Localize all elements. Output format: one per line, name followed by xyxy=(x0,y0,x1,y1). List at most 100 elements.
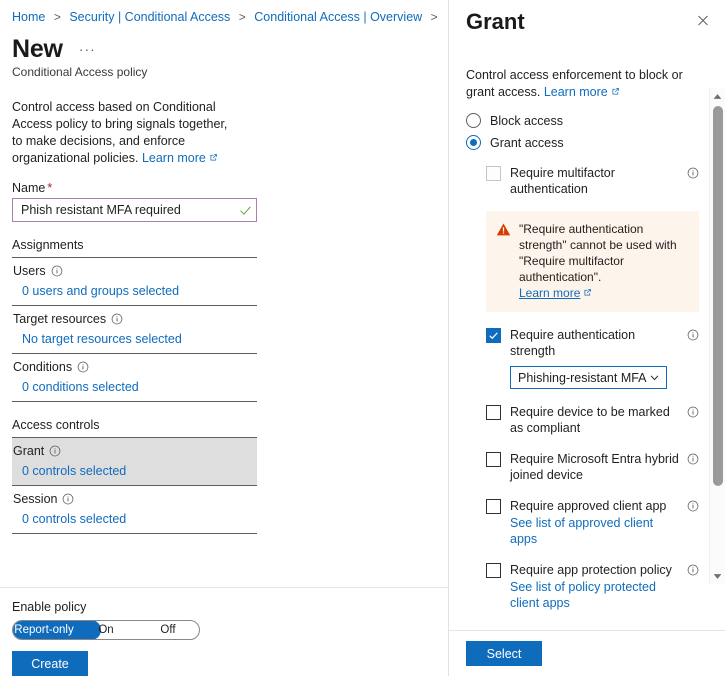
breadcrumb-separator: > xyxy=(53,10,61,24)
close-x-icon xyxy=(698,15,708,25)
group-grant-title: Grant xyxy=(12,444,257,458)
checkbox-row-require-compliant-device[interactable]: Require device to be marked as compliant xyxy=(466,404,699,436)
group-session[interactable]: Session 0 controls selected xyxy=(12,486,257,534)
radio-block-access-row[interactable]: Block access xyxy=(466,113,699,128)
group-grant[interactable]: Grant 0 controls selected xyxy=(12,438,257,486)
group-grant-value[interactable]: 0 controls selected xyxy=(12,464,257,478)
policy-name-input-wrapper[interactable] xyxy=(12,198,257,222)
policy-learn-more-link[interactable]: Learn more xyxy=(142,151,218,165)
group-conditions-value[interactable]: 0 conditions selected xyxy=(12,380,257,394)
group-users-value[interactable]: 0 users and groups selected xyxy=(12,284,257,298)
assignments-section-header: Assignments xyxy=(12,238,257,258)
grant-learn-more-link[interactable]: Learn more xyxy=(544,85,620,99)
checkbox-row-require-auth-strength[interactable]: Require authentication strength xyxy=(466,327,699,359)
radio-grant-access-row[interactable]: Grant access xyxy=(466,135,699,150)
grant-blade-body: Control access enforcement to block or g… xyxy=(449,44,725,630)
breadcrumb-item-home[interactable]: Home xyxy=(12,10,45,24)
group-target-resources[interactable]: Target resources No target resources sel… xyxy=(12,306,257,354)
enable-policy-option-off[interactable]: Off xyxy=(137,621,199,639)
name-label-text: Name xyxy=(12,181,46,195)
radio-grant-access-label[interactable]: Grant access xyxy=(490,136,564,150)
group-grant-label: Grant xyxy=(13,444,45,458)
checkbox-require-mfa-label: Require multifactor authentication xyxy=(510,166,615,196)
checkbox-require-mfa[interactable] xyxy=(486,166,501,181)
enable-policy-option-on[interactable]: On xyxy=(75,621,137,639)
info-icon[interactable] xyxy=(77,361,89,373)
radio-block-access-label[interactable]: Block access xyxy=(490,114,563,128)
checkbox-require-app-protection-policy-label: Require app protection policy xyxy=(510,563,672,577)
group-users[interactable]: Users 0 users and groups selected xyxy=(12,258,257,306)
page-title-row: New ··· xyxy=(0,25,448,64)
enable-policy-label: Enable policy xyxy=(12,600,87,614)
info-icon[interactable] xyxy=(687,329,699,341)
group-session-value[interactable]: 0 controls selected xyxy=(12,512,257,526)
external-link-icon xyxy=(210,154,217,161)
close-icon[interactable] xyxy=(691,8,715,32)
warning-message-box: "Require authentication strength" cannot… xyxy=(486,211,699,312)
grant-learn-more-label: Learn more xyxy=(543,85,608,99)
policy-name-input[interactable] xyxy=(19,200,239,220)
info-icon[interactable] xyxy=(111,313,123,325)
group-target-resources-title: Target resources xyxy=(12,312,257,326)
grant-blade-panel: Grant Control access enforcement to bloc… xyxy=(449,0,725,676)
group-target-resources-value[interactable]: No target resources selected xyxy=(12,332,257,346)
info-icon[interactable] xyxy=(49,445,61,457)
policy-intro-text: Control access based on Conditional Acce… xyxy=(0,79,252,167)
chevron-down-icon xyxy=(650,375,659,381)
group-session-label: Session xyxy=(13,492,58,506)
select-button[interactable]: Select xyxy=(466,641,542,666)
access-controls-section-header: Access controls xyxy=(12,418,257,438)
info-icon[interactable] xyxy=(687,167,699,179)
radio-block-access[interactable] xyxy=(466,113,481,128)
checkbox-require-auth-strength[interactable] xyxy=(486,328,501,343)
policy-form-panel: Home > Security | Conditional Access > C… xyxy=(0,0,449,676)
scrollbar-thumb[interactable] xyxy=(712,106,723,487)
more-options-button[interactable]: ··· xyxy=(79,41,96,57)
checkbox-require-approved-client-app[interactable] xyxy=(486,499,501,514)
scrollbar-track[interactable] xyxy=(710,104,725,568)
page-subtitle: Conditional Access policy xyxy=(12,65,148,79)
breadcrumb-item-conditional-access-overview[interactable]: Conditional Access | Overview xyxy=(254,10,422,24)
group-conditions-label: Conditions xyxy=(13,360,73,374)
info-icon[interactable] xyxy=(62,493,74,505)
checkbox-require-compliant-device[interactable] xyxy=(486,405,501,420)
policy-learn-more-label: Learn more xyxy=(141,151,206,165)
checkbox-require-app-protection-policy[interactable] xyxy=(486,563,501,578)
info-icon[interactable] xyxy=(687,453,699,465)
grant-blade-footer: Select xyxy=(449,630,725,676)
scroll-down-arrow-icon[interactable] xyxy=(710,568,725,584)
info-icon[interactable] xyxy=(687,500,699,512)
group-users-title: Users xyxy=(12,264,257,278)
approved-client-apps-link[interactable]: See list of approved client apps xyxy=(510,515,681,547)
checkbox-require-hybrid-joined-device-label: Require Microsoft Entra hybrid joined de… xyxy=(510,452,679,482)
checkbox-row-require-mfa[interactable]: Require multifactor authentication xyxy=(466,165,699,197)
auth-strength-dropdown[interactable]: Phishing-resistant MFA xyxy=(510,366,667,389)
create-button[interactable]: Create xyxy=(12,651,88,676)
warning-learn-more-link[interactable]: Learn more xyxy=(519,285,689,301)
checkbox-row-require-app-protection-policy[interactable]: Require app protection policy See list o… xyxy=(466,562,699,611)
group-session-title: Session xyxy=(12,492,257,506)
info-icon[interactable] xyxy=(687,564,699,576)
policy-protected-client-apps-link[interactable]: See list of policy protected client apps xyxy=(510,579,681,611)
breadcrumb-item-security-conditional-access[interactable]: Security | Conditional Access xyxy=(69,10,230,24)
warning-message-text: "Require authentication strength" cannot… xyxy=(519,222,677,284)
enable-policy-toggle[interactable]: Report-only On Off xyxy=(12,620,200,640)
grant-blade-title: Grant xyxy=(466,9,525,34)
scroll-up-arrow-icon[interactable] xyxy=(710,88,725,104)
auth-strength-dropdown-value: Phishing-resistant MFA xyxy=(518,370,647,385)
valid-check-icon xyxy=(240,205,251,215)
radio-grant-access[interactable] xyxy=(466,135,481,150)
checkbox-require-hybrid-joined-device[interactable] xyxy=(486,452,501,467)
info-icon[interactable] xyxy=(687,406,699,418)
grant-blade-scrollbar[interactable] xyxy=(709,88,725,584)
policy-footer: Enable policy Report-only On Off Create xyxy=(0,588,448,676)
checkbox-require-auth-strength-label: Require authentication strength xyxy=(510,328,636,358)
caret-down-icon xyxy=(713,573,722,579)
group-conditions[interactable]: Conditions 0 conditions selected xyxy=(12,354,257,402)
breadcrumb: Home > Security | Conditional Access > C… xyxy=(0,0,448,25)
checkbox-row-require-approved-client-app[interactable]: Require approved client app See list of … xyxy=(466,498,699,547)
enable-policy-option-report-only[interactable]: Report-only xyxy=(13,621,75,639)
info-icon[interactable] xyxy=(51,265,63,277)
checkbox-row-require-hybrid-joined-device[interactable]: Require Microsoft Entra hybrid joined de… xyxy=(466,451,699,483)
group-users-label: Users xyxy=(13,264,46,278)
